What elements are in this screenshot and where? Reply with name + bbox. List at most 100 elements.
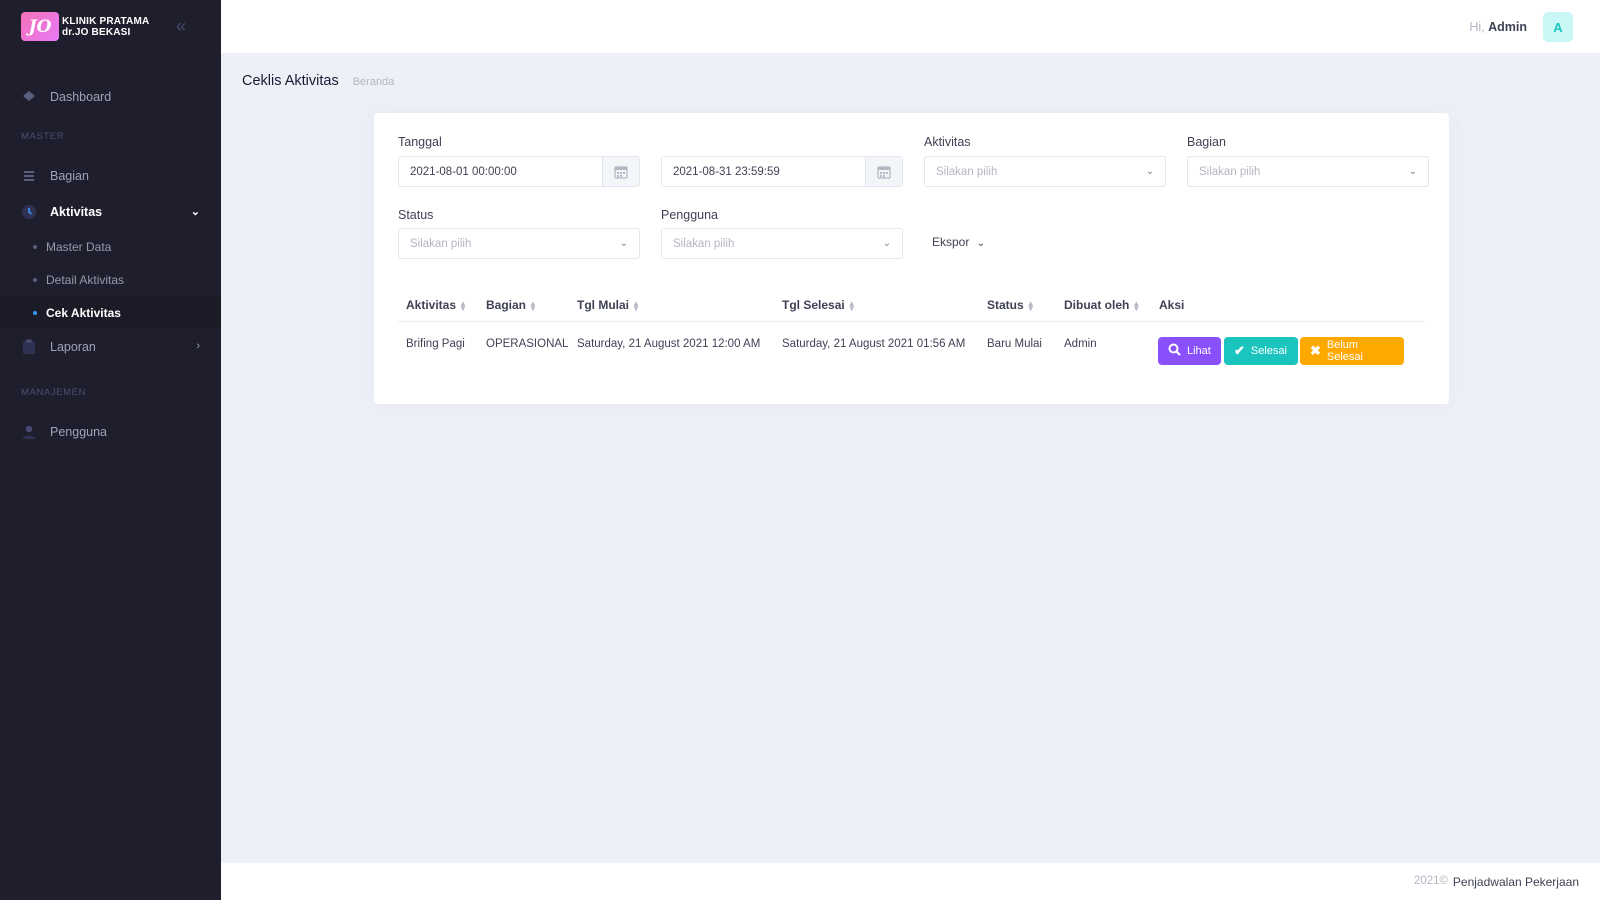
footer: 2021© Penjadwalan Pekerjaan — [221, 863, 1600, 900]
sort-icon: ▲ ▼ — [1132, 298, 1141, 313]
column-dibuat-oleh[interactable]: Dibuat oleh ▲ ▼ — [1064, 298, 1140, 312]
sidebar-item-laporan[interactable]: Laporan › — [0, 329, 221, 365]
table-header: Aktivitas ▲ ▼ Bagian ▲ ▼ Tgl Mulai ▲ ▼ Tgl Sel… — [398, 290, 1425, 322]
export-label: Ekspor — [932, 235, 970, 249]
filter-card: Tanggal 2021-08-01 00:00:00 2021-08-31 2… — [374, 113, 1449, 404]
status-select[interactable]: Silakan pilih ⌄ — [398, 228, 640, 259]
aktivitas-placeholder: Silakan pilih — [936, 165, 998, 178]
view-button-label: Lihat — [1187, 345, 1211, 357]
export-dropdown-button[interactable]: Ekspor ⌄ — [932, 235, 985, 249]
sidebar-item-label: Bagian — [50, 169, 89, 183]
chevron-down-icon: ⌄ — [619, 238, 629, 249]
aktivitas-label: Aktivitas — [924, 135, 971, 149]
pengguna-placeholder: Silakan pilih — [673, 237, 735, 250]
column-aktivitas[interactable]: Aktivitas ▲ ▼ — [406, 298, 467, 312]
bullet-icon — [33, 310, 37, 315]
sidebar-item-label: Dashboard — [50, 90, 112, 104]
chevron-right-icon: › — [196, 340, 200, 352]
date-to-field[interactable]: 2021-08-31 23:59:59 — [661, 156, 903, 187]
section-master: MASTER — [21, 131, 65, 142]
column-tgl-mulai[interactable]: Tgl Mulai ▲ ▼ — [577, 298, 640, 312]
cell-tgl-selesai: Saturday, 21 August 2021 01:56 AM — [782, 338, 966, 350]
column-tgl-selesai[interactable]: Tgl Selesai ▲ ▼ — [782, 298, 856, 312]
not-done-button[interactable]: ✖ Belum Selesai — [1300, 337, 1404, 365]
sidebar-item-dashboard[interactable]: Dashboard — [0, 79, 221, 115]
sidebar-subitem-label: Cek Aktivitas — [46, 305, 121, 320]
search-icon — [1168, 343, 1181, 359]
brand-line-1: KLINIK PRATAMA — [62, 15, 150, 27]
close-icon: ✖ — [1310, 343, 1321, 358]
page-title: Ceklis Aktivitas — [242, 73, 339, 89]
subheader: Ceklis Aktivitas Beranda — [242, 73, 394, 89]
calendar-icon[interactable] — [865, 157, 902, 186]
column-label: Status — [987, 298, 1024, 312]
sort-icon: ▲ ▼ — [847, 298, 856, 313]
calendar-icon[interactable] — [602, 157, 639, 186]
view-button[interactable]: Lihat — [1158, 337, 1221, 365]
date-from-value: 2021-08-01 00:00:00 — [410, 165, 517, 178]
bagian-label: Bagian — [1187, 135, 1226, 149]
status-label: Status — [398, 208, 434, 222]
user-name: Admin — [1488, 20, 1527, 34]
done-button[interactable]: ✔ Selesai — [1224, 337, 1298, 365]
user-icon — [21, 424, 37, 440]
sidebar-subitem-cek-aktivitas[interactable]: Cek Aktivitas — [0, 296, 221, 329]
column-bagian[interactable]: Bagian ▲ ▼ — [486, 298, 537, 312]
cell-dibuat-oleh: Admin — [1064, 338, 1097, 350]
user-greeting[interactable]: Hi, Admin — [1469, 20, 1527, 34]
sidebar-item-label: Pengguna — [50, 425, 108, 439]
layers-icon — [21, 89, 37, 105]
sidebar-item-label: Aktivitas — [50, 205, 103, 219]
status-placeholder: Silakan pilih — [410, 237, 472, 250]
sidebar-item-label: Laporan — [50, 340, 96, 354]
sidebar: JO KLINIK PRATAMA dr.JO BEKASI « Dashboa… — [0, 0, 221, 900]
date-from-field[interactable]: 2021-08-01 00:00:00 — [398, 156, 640, 187]
breadcrumb[interactable]: Beranda — [353, 76, 395, 88]
column-label: Aksi — [1159, 298, 1185, 312]
cell-bagian: OPERASIONAL — [486, 338, 569, 350]
sidebar-toggle-icon[interactable]: « — [176, 16, 186, 37]
sidebar-subitem-detail-aktivitas[interactable]: Detail Aktivitas — [0, 263, 221, 296]
sort-icon: ▲ ▼ — [529, 298, 537, 313]
list-icon — [21, 168, 37, 184]
column-status[interactable]: Status ▲ ▼ — [987, 298, 1035, 312]
chevron-down-icon: ⌄ — [1145, 166, 1155, 177]
column-label: Aktivitas — [406, 298, 457, 312]
chevron-down-icon: ⌄ — [1408, 166, 1418, 177]
pengguna-select[interactable]: Silakan pilih ⌄ — [661, 228, 903, 259]
tanggal-label: Tanggal — [398, 135, 442, 149]
column-label: Tgl Mulai — [577, 298, 629, 312]
bullet-icon — [33, 277, 37, 282]
column-label: Bagian — [486, 298, 527, 312]
date-to-value: 2021-08-31 23:59:59 — [673, 165, 780, 178]
avatar[interactable]: A — [1543, 12, 1573, 42]
pengguna-label: Pengguna — [661, 208, 719, 222]
top-header: Hi, Admin A — [221, 0, 1600, 53]
aktivitas-select[interactable]: Silakan pilih ⌄ — [924, 156, 1166, 187]
cell-tgl-mulai: Saturday, 21 August 2021 12:00 AM — [577, 338, 761, 350]
sort-icon: ▲ ▼ — [632, 298, 640, 313]
not-done-button-label: Belum Selesai — [1326, 339, 1363, 363]
sidebar-item-aktivitas[interactable]: Aktivitas ⌄ — [0, 194, 221, 230]
bullet-icon — [33, 244, 37, 249]
sidebar-item-bagian[interactable]: Bagian — [0, 158, 221, 194]
sidebar-subitem-label: Master Data — [46, 239, 112, 254]
bagian-placeholder: Silakan pilih — [1199, 165, 1261, 178]
chevron-down-icon: ⌄ — [190, 206, 200, 218]
chevron-down-icon: ⌄ — [976, 238, 986, 249]
sidebar-subitem-label: Detail Aktivitas — [46, 272, 125, 287]
brand-line-2: dr.JO BEKASI — [62, 26, 131, 38]
cell-status: Baru Mulai — [987, 338, 1042, 350]
check-icon: ✔ — [1234, 343, 1245, 358]
bagian-select[interactable]: Silakan pilih ⌄ — [1187, 156, 1429, 187]
sort-icon: ▲ ▼ — [459, 298, 467, 313]
column-label: Dibuat oleh — [1064, 298, 1130, 312]
sidebar-subitem-master-data[interactable]: Master Data — [0, 230, 221, 263]
footer-app-link[interactable]: Penjadwalan Pekerjaan — [1453, 875, 1579, 889]
brand-name: KLINIK PRATAMA dr.JO BEKASI — [62, 16, 149, 38]
done-button-label: Selesai — [1250, 345, 1287, 357]
sidebar-item-pengguna[interactable]: Pengguna — [0, 414, 221, 450]
clock-icon — [21, 204, 37, 220]
clipboard-icon — [21, 339, 37, 355]
brand[interactable]: JO KLINIK PRATAMA dr.JO BEKASI « — [0, 0, 221, 53]
